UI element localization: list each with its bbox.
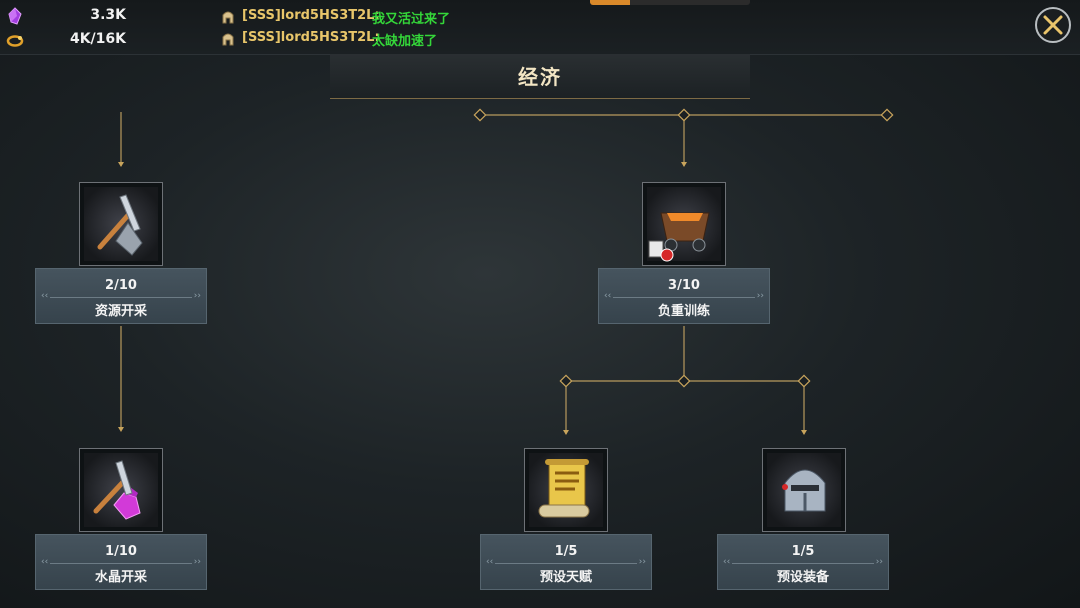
tech-node-preset-talent[interactable] [524,448,608,532]
label-divider [50,563,192,564]
node-name: 水晶开采 [94,570,147,585]
node-label-resource-mining: ‹‹ ›› 2/10 资源开采 [35,268,207,324]
tech-node-load-training[interactable] [642,182,726,266]
node-level: 1/5 [554,544,578,559]
node-label-crystal-mining: ‹‹ ›› 1/10 水晶开采 [35,534,207,590]
crystal-pickaxe-icon [93,460,141,520]
node-name: 资源开采 [94,304,147,319]
label-divider [495,563,637,564]
tech-node-crystal-mining[interactable] [79,448,163,532]
node-label-preset-equipment: ‹‹ ›› 1/5 预设装备 [717,534,889,590]
node-name: 预设装备 [776,570,829,585]
node-name: 预设天赋 [539,570,592,585]
label-divider [50,297,192,298]
label-divider [613,297,755,298]
helmet-icon [782,469,826,512]
node-label-preset-talent: ‹‹ ›› 1/5 预设天赋 [480,534,652,590]
node-level: 3/10 [668,278,700,293]
node-name: 负重训练 [657,304,710,319]
book-badge-icon [648,240,674,262]
node-level: 1/5 [791,544,815,559]
pickaxe-icon [97,194,143,256]
scroll-icon [538,459,590,518]
tech-node-resource-mining[interactable] [79,182,163,266]
node-level: 2/10 [105,278,137,293]
node-level: 1/10 [105,544,137,559]
node-label-load-training: ‹‹ ›› 3/10 负重训练 [598,268,770,324]
tech-node-preset-equipment[interactable] [762,448,846,532]
label-divider [732,563,874,564]
